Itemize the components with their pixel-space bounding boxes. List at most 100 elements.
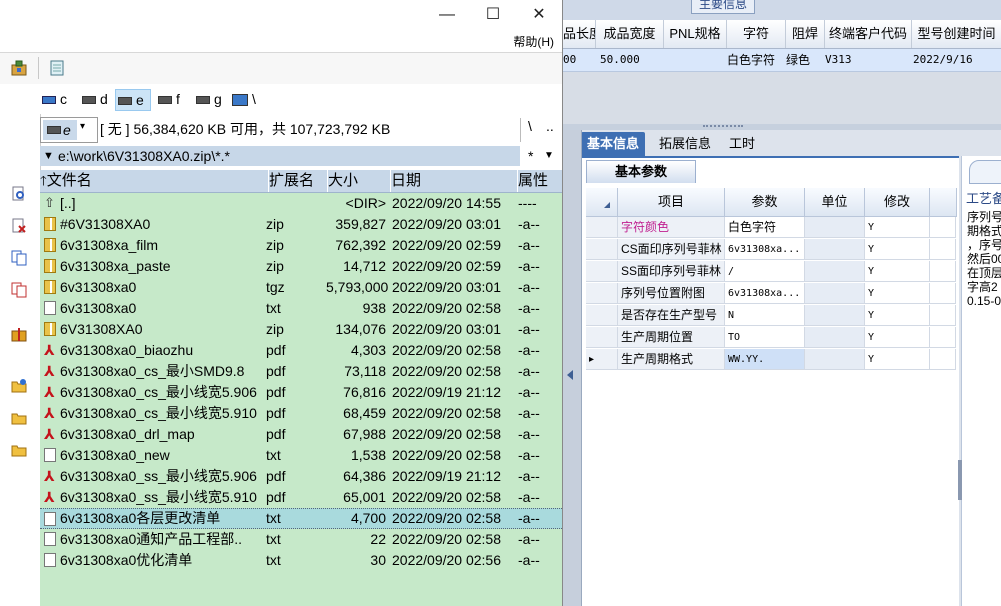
file-row[interactable]: 6v31308xa0通知产品工程部.. txt 22 2022/09/20 02:58… — [40, 529, 562, 550]
param-unit[interactable] — [805, 327, 865, 348]
param-value[interactable]: 6v31308xa... — [725, 283, 805, 304]
minimize-button[interactable]: — — [424, 0, 470, 30]
file-row[interactable]: 6v31308xa0优化清单 txt 30 2022/09/20 02:56 -a-- — [40, 550, 562, 571]
file-row[interactable]: ⅄ 6v31308xa0_cs_最小线宽5.910 pdf 68,459 2022/09… — [40, 403, 562, 424]
param-row[interactable]: 字符颜色 白色字符 Y — [586, 217, 956, 239]
folder-icon[interactable] — [11, 410, 27, 426]
col-ext[interactable]: 扩展名 — [269, 170, 328, 192]
param-modify[interactable]: Y — [865, 283, 930, 304]
param-value[interactable]: 白色字符 — [725, 217, 805, 238]
file-row[interactable]: 6V31308XA0 zip 134,076 2022/09/20 03:01 -a-- — [40, 319, 562, 340]
grid-col-char[interactable]: 字符 — [727, 20, 786, 48]
file-row[interactable]: ⅄ 6v31308xa0_cs_最小SMD9.8 pdf 73,118 2022/09/… — [40, 361, 562, 382]
copy-icon[interactable] — [11, 250, 27, 266]
drive-g-button[interactable]: g — [194, 89, 222, 109]
col-size[interactable]: 大小 — [328, 170, 391, 192]
file-row[interactable]: 6v31308xa0_new txt 1,538 2022/09/20 02:58 -a… — [40, 445, 562, 466]
param-modify[interactable]: Y — [865, 327, 930, 348]
tab-labor-hours[interactable]: 工时 — [723, 132, 761, 156]
col-modify[interactable]: 修改 — [865, 188, 930, 217]
delete-file-icon[interactable] — [11, 218, 27, 234]
file-row[interactable]: #6V31308XA0 zip 359,827 2022/09/20 03:01 -a-… — [40, 214, 562, 235]
drive-d-button[interactable]: d — [80, 89, 108, 109]
param-value[interactable]: N — [725, 305, 805, 326]
param-modify[interactable]: Y — [865, 261, 930, 282]
collapse-arrow-icon[interactable] — [567, 370, 573, 380]
notes-scroll-handle[interactable] — [958, 460, 962, 500]
param-unit[interactable] — [805, 261, 865, 282]
param-unit[interactable] — [805, 217, 865, 238]
title-bar[interactable]: — ☐ ✕ — [0, 0, 562, 30]
drive-f-button[interactable]: f — [156, 89, 180, 109]
chevron-down-icon[interactable]: ▾ — [80, 121, 85, 132]
file-row[interactable]: 6v31308xa_paste zip 14,712 2022/09/20 02:59… — [40, 256, 562, 277]
file-row[interactable]: 6v31308xa0 tgz 5,793,000 2022/09/20 03:01 -a… — [40, 277, 562, 298]
file-row[interactable]: 6v31308xa_film zip 762,392 2022/09/20 02:59… — [40, 235, 562, 256]
param-modify[interactable]: Y — [865, 239, 930, 260]
col-item[interactable]: 项目 — [618, 188, 725, 217]
file-row-selected[interactable]: 6v31308xa0各层更改清单 txt 4,700 2022/09/20 02:58… — [40, 508, 562, 529]
panel-drive-value[interactable]: e — [43, 120, 77, 140]
new-folder-icon[interactable] — [11, 378, 27, 394]
param-unit[interactable] — [805, 239, 865, 260]
col-unit[interactable]: 单位 — [805, 188, 865, 217]
param-row[interactable]: ▸ 生产周期格式 WW.YY. Y — [586, 349, 956, 371]
param-row[interactable]: SS面印序列号菲林 / Y — [586, 261, 956, 283]
file-row[interactable]: ⅄ 6v31308xa0_ss_最小线宽5.910 pdf 65,001 2022/09… — [40, 487, 562, 508]
param-unit[interactable] — [805, 349, 865, 370]
param-row[interactable]: CS面印序列号菲林 6v31308xa... Y — [586, 239, 956, 261]
pack-icon[interactable] — [11, 326, 27, 342]
col-value[interactable]: 参数 — [725, 188, 805, 217]
network-drive-button[interactable]: \ — [230, 89, 256, 109]
param-value[interactable]: 6v31308xa... — [725, 239, 805, 260]
menu-help[interactable]: 帮助(H) — [513, 33, 554, 50]
folder-icon[interactable] — [11, 442, 27, 458]
drive-c-button[interactable]: c — [40, 89, 67, 109]
file-row[interactable]: 6v31308xa0 txt 938 2022/09/20 02:58 -a-- — [40, 298, 562, 319]
file-row[interactable]: ⅄ 6v31308xa0_biaozhu pdf 4,303 2022/09/20 02… — [40, 340, 562, 361]
package-icon[interactable] — [10, 59, 28, 77]
col-name[interactable]: 🡑文件名 — [40, 170, 269, 192]
param-modify[interactable]: Y — [865, 305, 930, 326]
param-row[interactable]: 生产周期位置 TO Y — [586, 327, 956, 349]
grid-col-pnl[interactable]: PNL规格 — [664, 20, 727, 48]
param-row[interactable]: 序列号位置附图 6v31308xa... Y — [586, 283, 956, 305]
path-bar[interactable]: ▼ e:\work\6V31308XA0.zip\*.* — [40, 146, 520, 166]
param-modify[interactable]: Y — [865, 349, 930, 370]
grid-row[interactable]: 00 50.000 白色字符 绿色 V313 2022/9/16 — [563, 49, 1001, 72]
param-modify[interactable]: Y — [865, 217, 930, 238]
maximize-button[interactable]: ☐ — [470, 0, 516, 30]
param-unit[interactable] — [805, 305, 865, 326]
file-list[interactable]: 🡑文件名 扩展名 大小 日期 属性 ⇧ [..] <DIR> 2022/09/20 1… — [40, 170, 562, 606]
grid-col-mask[interactable]: 阻焊 — [786, 20, 825, 48]
tab-extended-info[interactable]: 拓展信息 — [653, 132, 717, 156]
history-dropdown-icon[interactable]: ▼ — [43, 146, 54, 166]
subtab-basic-params[interactable]: 基本参数 — [586, 160, 696, 183]
find-icon[interactable] — [11, 186, 27, 202]
param-value[interactable]: WW.YY. — [725, 349, 805, 370]
file-row[interactable]: ⇧ [..] <DIR> 2022/09/20 14:55 ---- — [40, 193, 562, 214]
file-row[interactable]: ⅄ 6v31308xa0_cs_最小线宽5.906 pdf 76,816 2022/09… — [40, 382, 562, 403]
grid-col-created[interactable]: 型号创建时间 — [912, 20, 1001, 48]
file-row[interactable]: ⅄ 6v31308xa0_drl_map pdf 67,988 2022/09/20 0… — [40, 424, 562, 445]
path-dropdown-icon[interactable]: ▼ — [544, 146, 554, 166]
up-dir-button[interactable]: .. — [546, 118, 554, 134]
collapse-bar[interactable] — [563, 130, 582, 606]
grid-col-length[interactable]: 品长度 — [563, 20, 596, 48]
col-date[interactable]: 日期 — [391, 170, 518, 192]
param-row[interactable]: 是否存在生产型号 N Y — [586, 305, 956, 327]
param-unit[interactable] — [805, 283, 865, 304]
tab-basic-info[interactable]: 基本信息 — [581, 132, 646, 156]
notepad-icon[interactable] — [48, 59, 66, 77]
file-row[interactable]: ⅄ 6v31308xa0_ss_最小线宽5.906 pdf 64,386 2022/09… — [40, 466, 562, 487]
param-value[interactable]: / — [725, 261, 805, 282]
grid-col-customer[interactable]: 终端客户代码 — [825, 20, 912, 48]
drive-e-button[interactable]: e — [115, 89, 151, 111]
col-attr[interactable]: 属性 — [518, 170, 562, 192]
notes-tab[interactable] — [969, 160, 1001, 184]
close-button[interactable]: ✕ — [516, 0, 562, 30]
move-icon[interactable] — [11, 282, 27, 298]
grid-col-width[interactable]: 成品宽度 — [596, 20, 664, 48]
root-button[interactable]: \ — [528, 118, 532, 134]
param-value[interactable]: TO — [725, 327, 805, 348]
